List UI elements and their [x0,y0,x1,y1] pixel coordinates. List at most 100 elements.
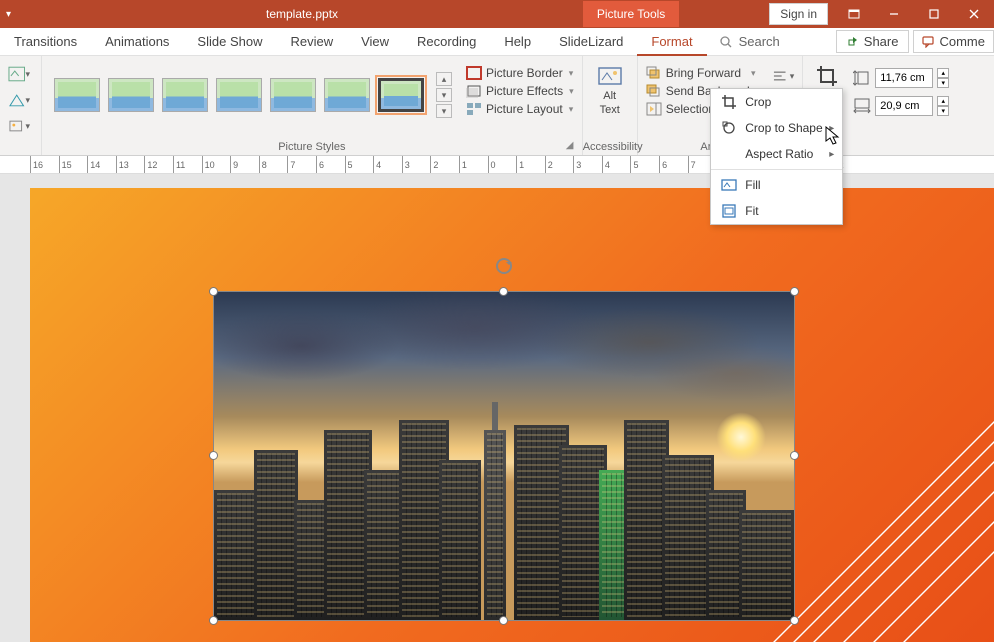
style-thumb-5[interactable] [270,78,316,112]
picture-layout-button[interactable]: Picture Layout▾ [466,102,574,116]
tab-recording[interactable]: Recording [403,28,490,56]
resize-handle-se[interactable] [790,616,799,625]
selection-pane-icon [646,102,662,116]
ruler-tick: 16 [30,156,59,173]
crop-menu-crop-to-shape[interactable]: Crop to Shape ▸ [711,115,842,141]
qat-customize-icon[interactable]: ▾ [6,9,11,20]
picture-border-button[interactable]: Picture Border▾ [466,66,574,80]
ribbon-panel: ▾ ▾ ▾ ▴ ▾ ▾ [0,56,994,156]
gallery-scroll[interactable]: ▴ ▾ ▾ [436,72,452,118]
resize-handle-w[interactable] [209,451,218,460]
fit-icon [721,203,737,219]
resize-handle-n[interactable] [499,287,508,296]
resize-handle-nw[interactable] [209,287,218,296]
crop-menu-aspect-ratio[interactable]: Aspect Ratio ▸ [711,141,842,167]
ruler-tick: 4 [602,156,631,173]
ruler-tick: 0 [488,156,517,173]
group-accessibility: Alt Text Accessibility [583,56,638,155]
resize-handle-e[interactable] [790,451,799,460]
group-label-accessibility: Accessibility [583,141,637,153]
style-thumb-4[interactable] [216,78,262,112]
bring-forward-button[interactable]: Bring Forward▾ [646,66,763,80]
share-button[interactable]: Share [836,30,910,53]
remove-background-button[interactable]: ▾ [8,64,30,84]
tab-slidelizard[interactable]: SlideLizard [545,28,637,56]
resize-handle-sw[interactable] [209,616,218,625]
selected-picture[interactable] [214,292,794,620]
gallery-up-icon[interactable]: ▴ [436,72,452,86]
tab-review[interactable]: Review [276,28,347,56]
document-title: template.pptx [266,7,338,21]
maximize-button[interactable] [914,0,954,28]
crop-icon [815,64,839,88]
picture-effects-icon [466,84,482,98]
ruler-tick: 2 [430,156,459,173]
picture-layout-icon [466,102,482,116]
ruler-tick: 3 [573,156,602,173]
horizontal-ruler[interactable]: 161514131211109876543210123456789101112 [0,156,994,174]
ruler-tick: 3 [402,156,431,173]
crop-menu-fill[interactable]: Fill [711,172,842,198]
tab-transitions[interactable]: Transitions [0,28,91,56]
contextual-tab-picture-tools[interactable]: Picture Tools [583,1,679,27]
ruler-tick: 7 [287,156,316,173]
gallery-down-icon[interactable]: ▾ [436,88,452,102]
ruler-tick: 14 [87,156,116,173]
ruler-tick: 11 [173,156,202,173]
tab-view[interactable]: View [347,28,403,56]
width-spinner[interactable]: ▴▾ [937,96,949,116]
group-adjust-partial: ▾ ▾ ▾ [0,56,42,155]
style-thumb-3[interactable] [162,78,208,112]
width-field-row: ▴▾ [853,96,949,116]
style-thumb-2[interactable] [108,78,154,112]
resize-handle-ne[interactable] [790,287,799,296]
menu-separator [711,169,842,170]
tab-format[interactable]: Format [637,28,706,56]
alt-text-button[interactable]: Alt Text [591,60,629,122]
shape-width-input[interactable] [875,96,933,116]
minimize-button[interactable] [874,0,914,28]
sign-in-button[interactable]: Sign in [769,3,828,25]
change-picture-button[interactable]: ▾ [8,116,30,136]
send-backward-icon [646,84,662,98]
crop-menu-crop[interactable]: Crop [711,89,842,115]
picture-border-icon [466,66,482,80]
ruler-tick: 5 [630,156,659,173]
comments-button[interactable]: Comme [913,30,994,53]
ruler-tick: 4 [373,156,402,173]
ruler-tick: 1 [459,156,488,173]
corrections-button[interactable]: ▾ [8,90,30,110]
close-button[interactable] [954,0,994,28]
height-field-row: ▴▾ [853,68,949,88]
ruler-tick: 9 [230,156,259,173]
width-icon [853,98,871,114]
style-thumb-6[interactable] [324,78,370,112]
tab-animations[interactable]: Animations [91,28,183,56]
ribbon-display-options-button[interactable] [834,0,874,28]
gallery-more-icon[interactable]: ▾ [436,104,452,118]
crop-menu-fit[interactable]: Fit [711,198,842,224]
shape-height-input[interactable] [875,68,933,88]
align-button[interactable]: ▾ [772,66,794,86]
picture-effects-button[interactable]: Picture Effects▾ [466,84,574,98]
ruler-tick: 13 [116,156,145,173]
crop-split-button[interactable]: Crop ▾ Crop Crop to Shape ▸ Asp [811,60,843,119]
slide-canvas-area[interactable] [0,174,994,642]
tab-slide-show[interactable]: Slide Show [183,28,276,56]
tell-me-search[interactable]: Search [707,34,792,49]
ruler-tick: 10 [202,156,231,173]
rotate-handle[interactable] [496,258,512,274]
submenu-arrow-icon: ▸ [829,149,834,160]
picture-styles-dialog-launcher[interactable]: ◢ [566,140,578,152]
resize-handle-s[interactable] [499,616,508,625]
style-thumb-7-selected[interactable] [378,78,424,112]
tab-help[interactable]: Help [490,28,545,56]
group-size: Crop ▾ Crop Crop to Shape ▸ Asp [803,56,957,155]
style-thumb-1[interactable] [54,78,100,112]
height-spinner[interactable]: ▴▾ [937,68,949,88]
picture-styles-gallery[interactable]: ▴ ▾ ▾ [50,60,456,130]
share-icon [847,35,860,48]
fill-icon [721,177,737,193]
slide[interactable] [30,188,994,642]
ruler-tick: 5 [345,156,374,173]
